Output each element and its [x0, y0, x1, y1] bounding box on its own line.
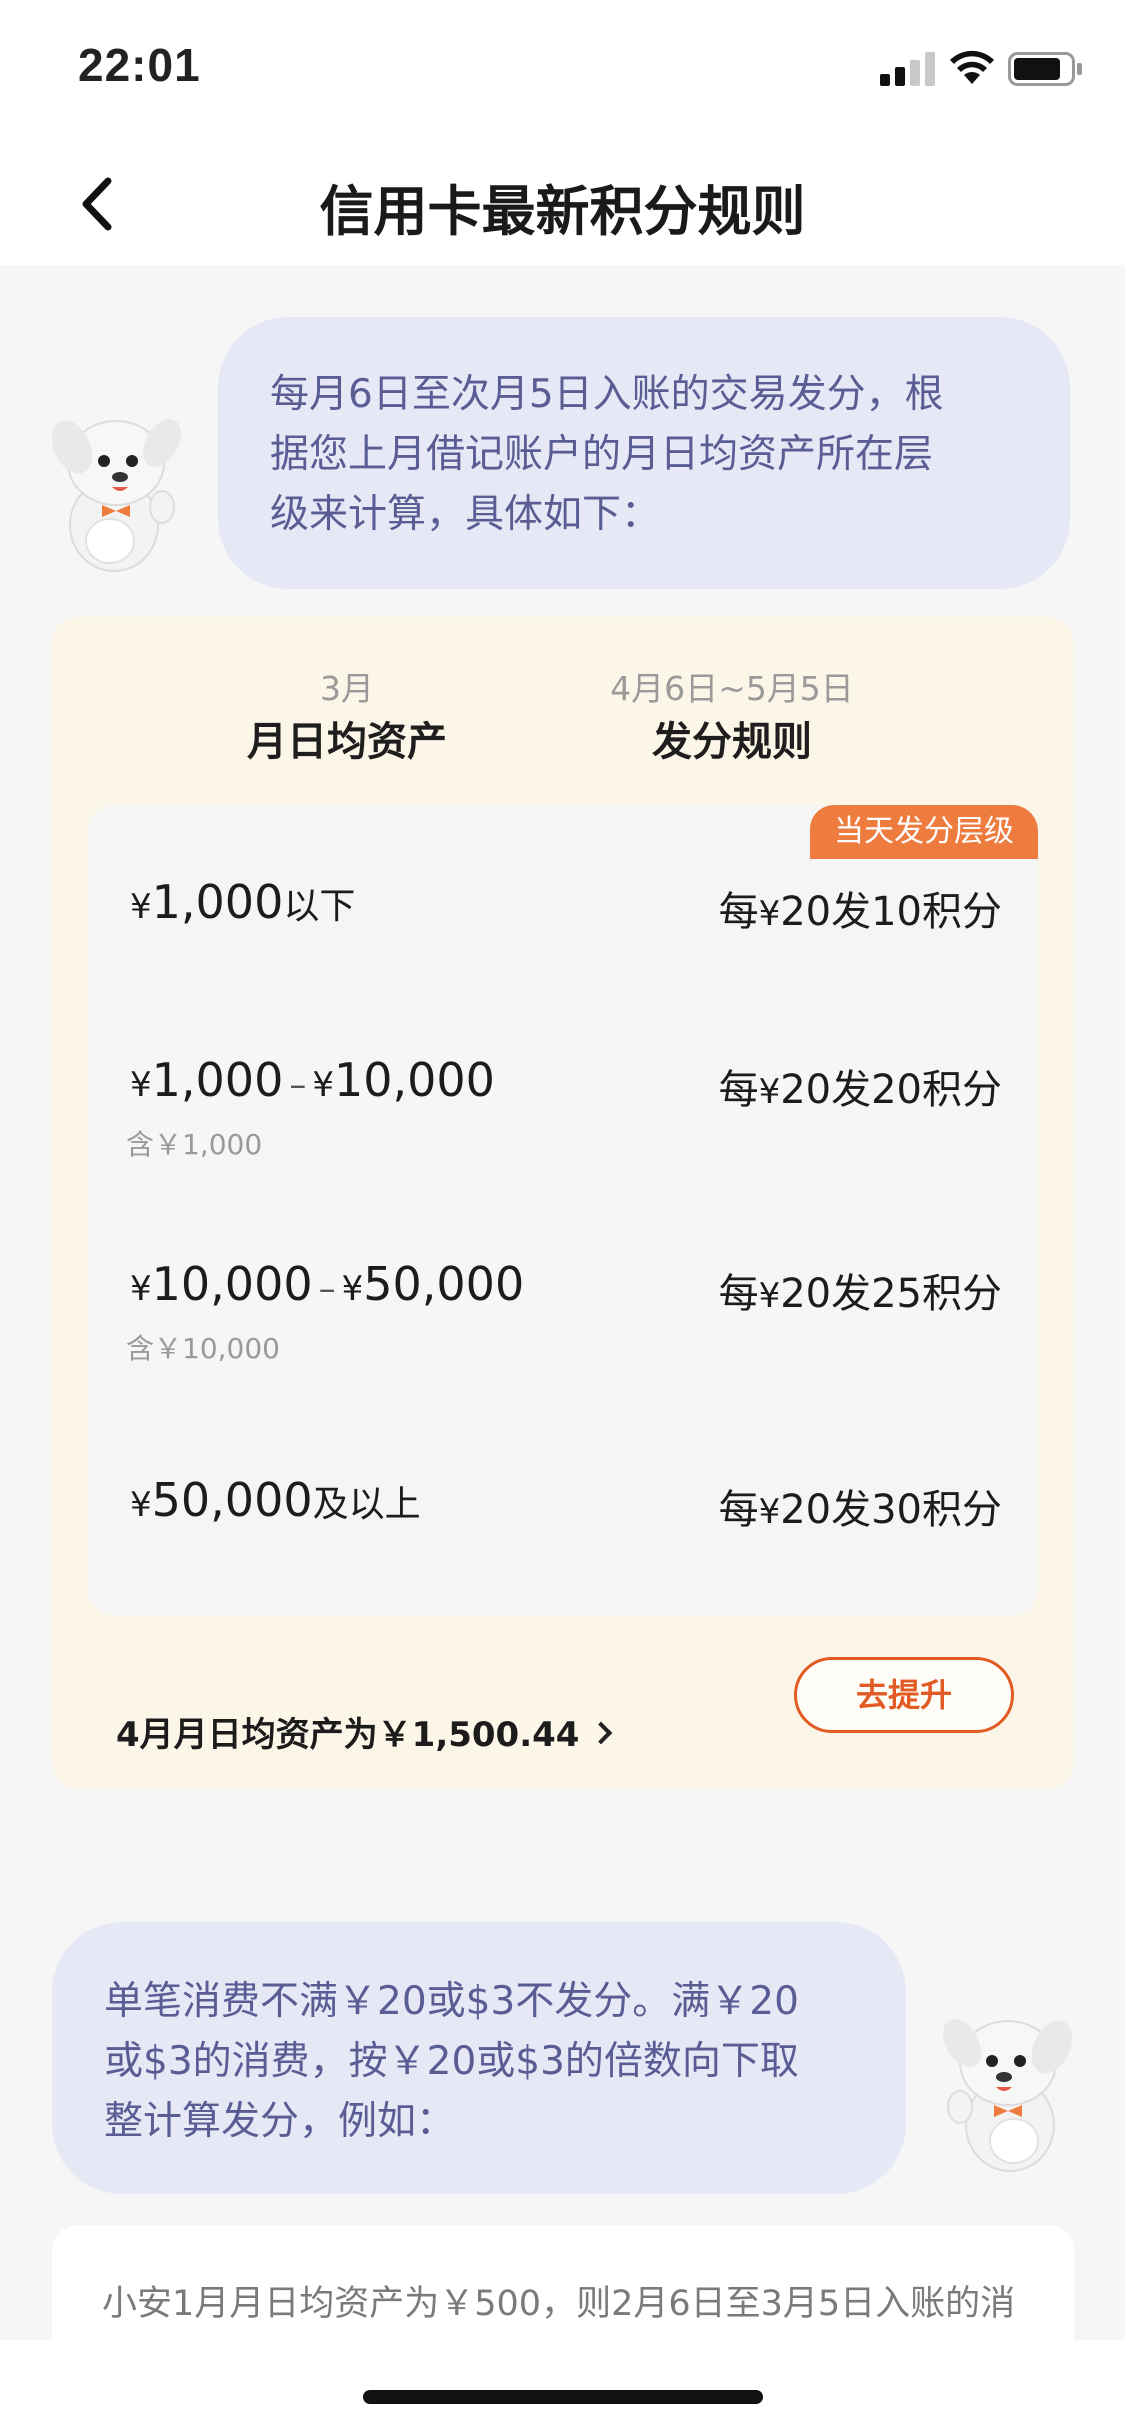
upgrade-button[interactable]: 去提升: [794, 1657, 1014, 1733]
tier-row: ¥1,000– ¥10,000 含￥1,000 每¥20发20积分: [88, 1001, 1038, 1197]
status-time: 22:01: [78, 39, 201, 91]
column-title: 发分规则: [652, 719, 812, 765]
tier-rule: 每¥20发25积分: [718, 1271, 1002, 1317]
signal-icon: [880, 52, 935, 86]
note-line: 或$3的消费，按￥20或$3的倍数向下取: [104, 2039, 799, 2084]
scroll-content[interactable]: 每月6日至次月5日入账的交易发分，根 据您上月借记账户的月日均资产所在层 级来计…: [0, 265, 1125, 2340]
chevron-right-icon: [590, 1721, 613, 1744]
nav-bar: 信用卡最新积分规则: [0, 135, 1125, 265]
note-line: 单笔消费不满￥20或$3不发分。满￥20: [104, 1979, 799, 2024]
tier-rule: 每¥20发30积分: [718, 1487, 1002, 1533]
tier-rule: 每¥20发10积分: [718, 889, 1002, 935]
column-subtitle: 4月6日~5月5日: [610, 669, 854, 708]
tier-range: ¥1,000以下: [130, 875, 356, 929]
intro-bubble: 每月6日至次月5日入账的交易发分，根 据您上月借记账户的月日均资产所在层 级来计…: [218, 317, 1070, 589]
home-area: [0, 2340, 1125, 2436]
monthly-asset-text: 4月月日均资产为￥1,500.44: [116, 1715, 580, 1755]
intro-line: 每月6日至次月5日入账的交易发分，根: [270, 372, 944, 417]
tier-row: ¥50,000及以上 每¥20发30积分: [88, 1397, 1038, 1615]
tier-row: ¥10,000– ¥50,000 含￥10,000 每¥20发25积分: [88, 1197, 1038, 1397]
tier-row: 当天发分层级 ¥1,000以下 每¥20发10积分: [88, 805, 1038, 1001]
rules-card: 3月 月日均资产 4月6日~5月5日 发分规则 当天发分层级 ¥1,000以下 …: [52, 617, 1074, 1789]
tier-range: ¥1,000– ¥10,000: [130, 1053, 495, 1107]
rule-note-bubble: 单笔消费不满￥20或$3不发分。满￥20 或$3的消费，按￥20或$3的倍数向下…: [52, 1922, 906, 2194]
tier-note: 含￥1,000: [126, 1128, 263, 1161]
monthly-asset-link[interactable]: 4月月日均资产为￥1,500.44: [116, 1707, 613, 1756]
page-title: 信用卡最新积分规则: [319, 180, 806, 243]
tier-range: ¥50,000及以上: [130, 1473, 421, 1527]
tier-rule: 每¥20发20积分: [718, 1067, 1002, 1113]
current-tier-badge: 当天发分层级: [810, 805, 1038, 859]
intro-line: 据您上月借记账户的月日均资产所在层: [270, 432, 934, 477]
tier-table: 当天发分层级 ¥1,000以下 每¥20发10积分 ¥1,000– ¥10,000…: [88, 805, 1038, 1615]
status-bar: 22:01: [0, 0, 1125, 135]
tier-range: ¥10,000– ¥50,000: [130, 1257, 525, 1311]
column-header-rule: 4月6日~5月5日 发分规则: [562, 667, 902, 771]
battery-icon: [1008, 52, 1082, 86]
wifi-icon: [950, 50, 994, 84]
column-title: 月日均资产: [247, 719, 447, 765]
mascot-dog-icon: [51, 419, 181, 572]
tier-note: 含￥10,000: [126, 1332, 280, 1365]
mascot-dog-icon: [943, 2019, 1073, 2172]
example-text: 小安1月月日均资产为￥500，则2月6日至3月5日入账的消: [102, 2284, 1016, 2324]
column-subtitle: 3月: [320, 669, 374, 708]
column-header-assets: 3月 月日均资产: [187, 667, 507, 771]
note-line: 整计算发分，例如：: [104, 2099, 456, 2144]
intro-line: 级来计算，具体如下：: [270, 492, 661, 537]
home-indicator[interactable]: [363, 2390, 763, 2404]
example-card: 小安1月月日均资产为￥500，则2月6日至3月5日入账的消: [52, 2225, 1074, 2340]
